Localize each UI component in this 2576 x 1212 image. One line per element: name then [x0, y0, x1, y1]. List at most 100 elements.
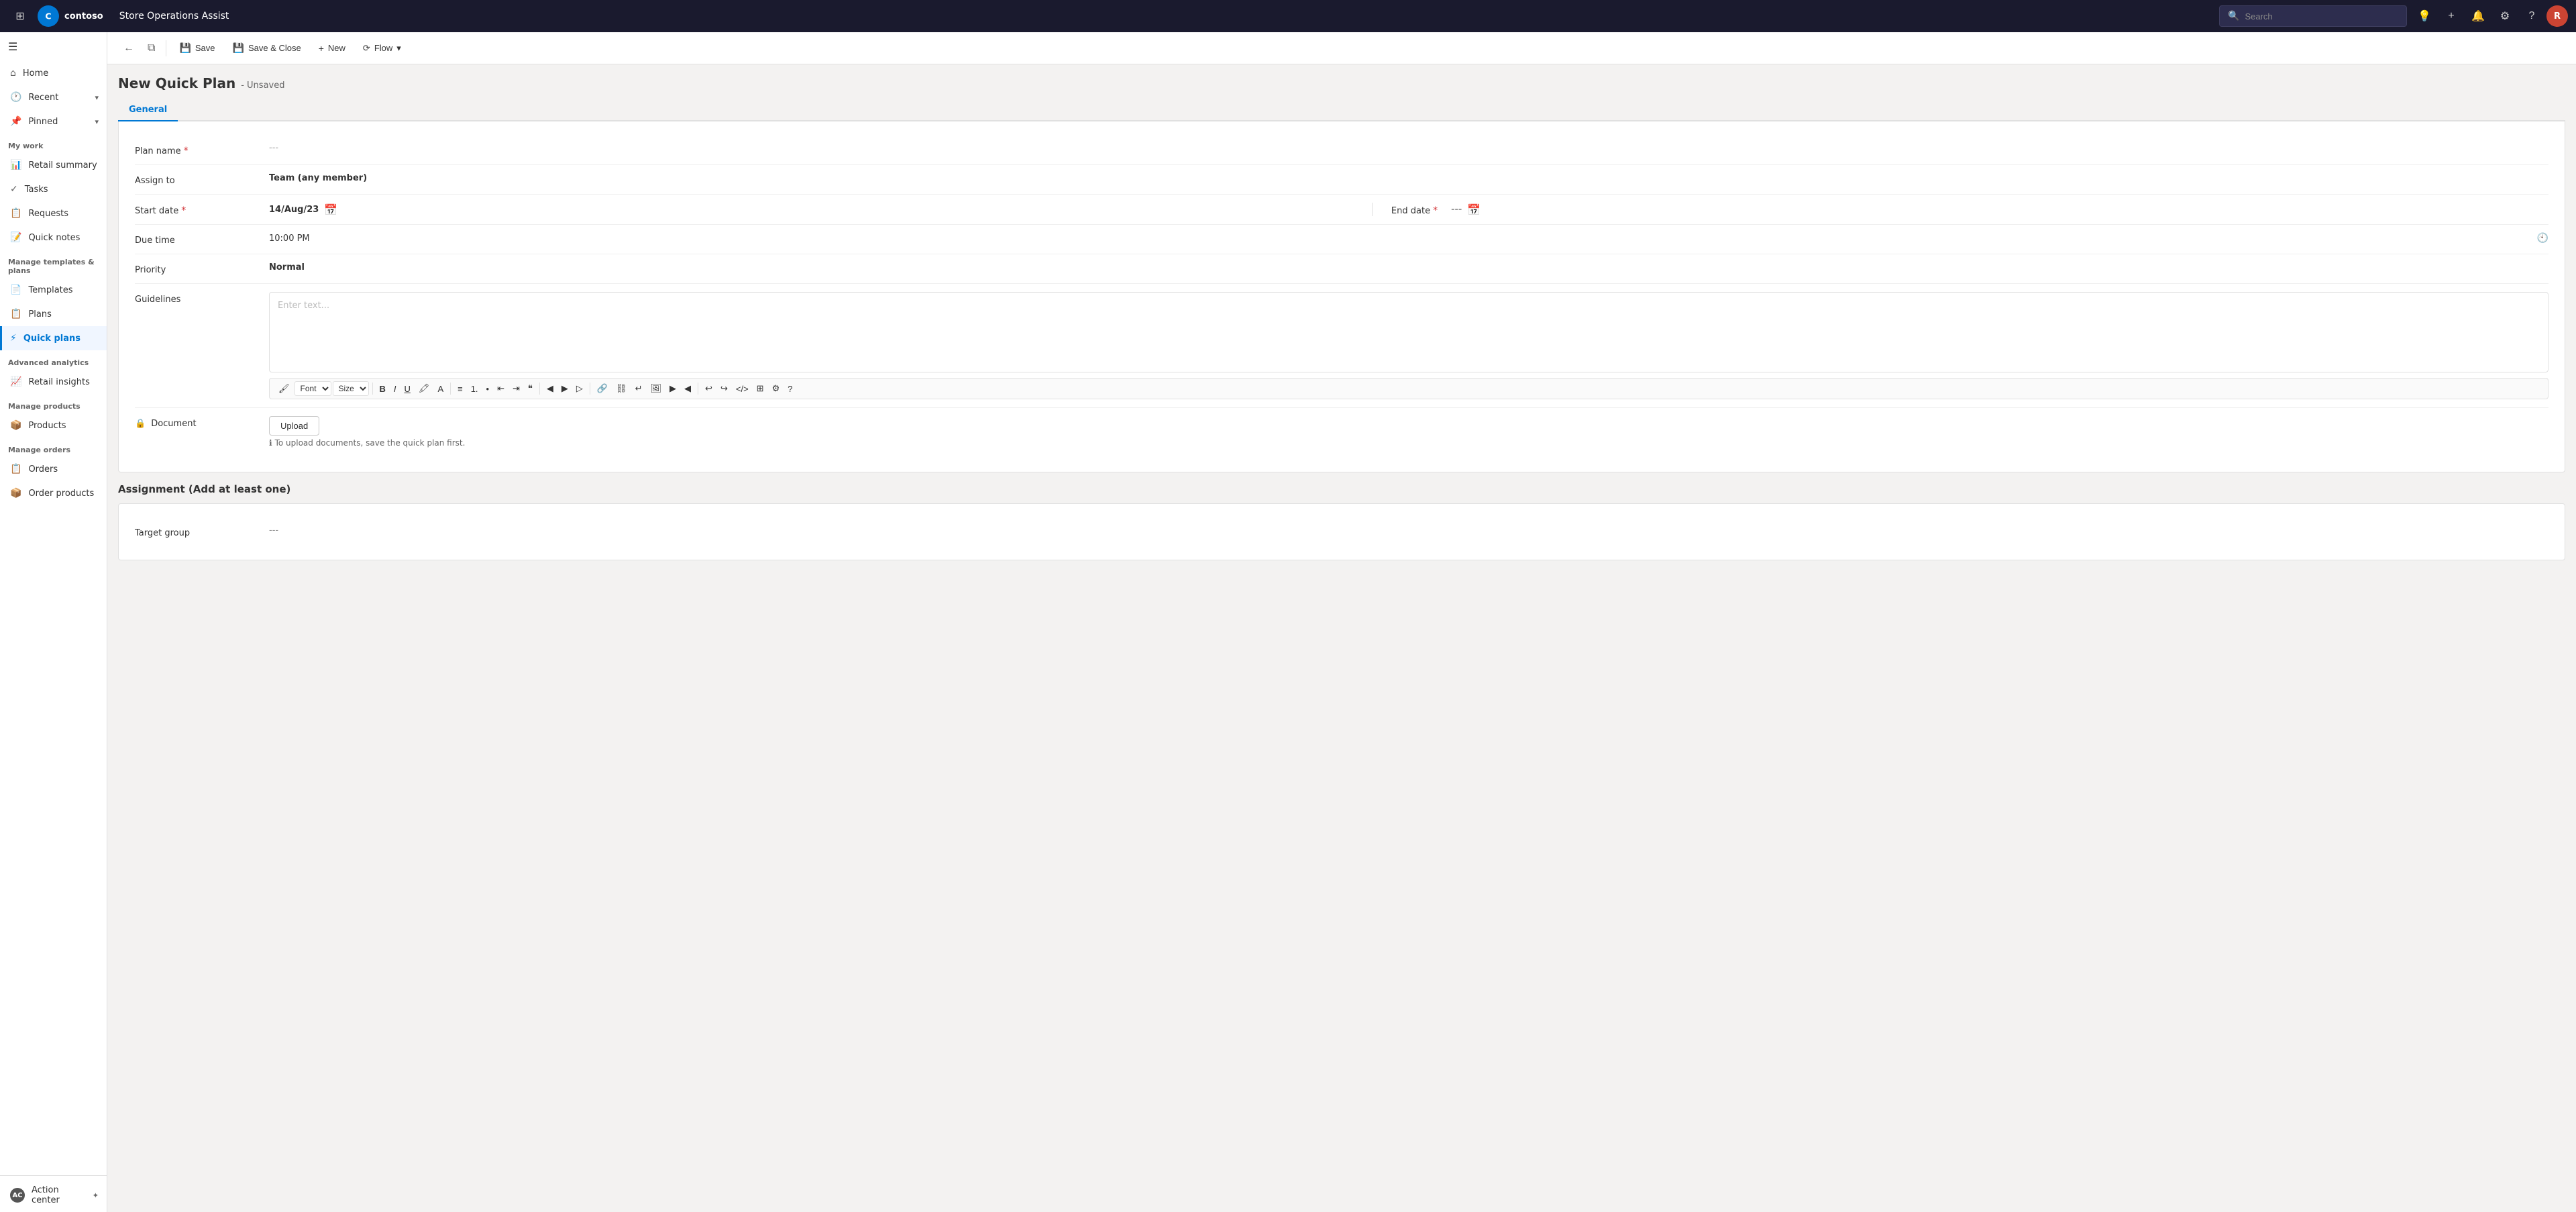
- search-input[interactable]: [2245, 11, 2398, 21]
- due-time-container: 10:00 PM 🕙: [269, 233, 2548, 244]
- due-time-value[interactable]: 10:00 PM: [269, 234, 2532, 244]
- editor-align-left2-btn[interactable]: ◀: [543, 381, 557, 396]
- guidelines-editor[interactable]: Enter text...: [269, 292, 2548, 372]
- editor-media2-btn[interactable]: ◀: [681, 381, 694, 396]
- document-label: 🔒 Document: [135, 416, 269, 429]
- editor-image-btn[interactable]: 🖼: [647, 381, 665, 396]
- app-title: Store Operations Assist: [119, 11, 2214, 21]
- editor-highlight-btn[interactable]: 🖍: [415, 381, 433, 396]
- save-close-icon: 💾: [233, 42, 244, 54]
- sidebar-item-retail-insights[interactable]: 📈 Retail insights: [0, 370, 107, 394]
- form-area: New Quick Plan - Unsaved General Plan na…: [107, 64, 2576, 1212]
- tab-general[interactable]: General: [118, 99, 178, 121]
- sidebar-item-templates[interactable]: 📄 Templates: [0, 278, 107, 302]
- editor-outdent-btn[interactable]: ⇤: [494, 381, 508, 396]
- upload-button[interactable]: Upload: [269, 416, 319, 436]
- sidebar-label-quick-notes: Quick notes: [28, 233, 80, 243]
- editor-indent-btn[interactable]: ⇥: [509, 381, 523, 396]
- sidebar-label-orders: Orders: [28, 464, 58, 474]
- plan-name-value[interactable]: ---: [269, 143, 2548, 153]
- editor-font-select[interactable]: Font: [294, 381, 331, 396]
- sidebar-item-plans[interactable]: 📋 Plans: [0, 302, 107, 326]
- add-button[interactable]: +: [2439, 4, 2463, 28]
- save-label: Save: [195, 43, 215, 53]
- editor-redo-btn[interactable]: ↪: [717, 381, 731, 396]
- templates-section-label: Manage templates & plans: [0, 250, 107, 278]
- target-group-value[interactable]: ---: [269, 525, 2548, 536]
- editor-unlink-btn[interactable]: ⛓: [612, 381, 631, 396]
- sidebar-label-order-products: Order products: [28, 489, 94, 499]
- sidebar-item-tasks[interactable]: ✓ Tasks: [0, 177, 107, 201]
- sidebar-item-quick-notes[interactable]: 📝 Quick notes: [0, 225, 107, 250]
- retail-insights-icon: 📈: [10, 376, 21, 387]
- end-date-calendar-icon[interactable]: 📅: [1467, 203, 1481, 216]
- search-icon: 🔍: [2228, 11, 2239, 21]
- settings-button[interactable]: ⚙: [2493, 4, 2517, 28]
- sidebar-item-orders[interactable]: 📋 Orders: [0, 457, 107, 481]
- plan-name-row: Plan name * ---: [135, 135, 2548, 165]
- sidebar-item-products[interactable]: 📦 Products: [0, 413, 107, 438]
- priority-value[interactable]: Normal: [269, 262, 2548, 272]
- editor-size-select[interactable]: Size: [333, 381, 369, 396]
- sidebar-item-action-center[interactable]: AC Action center ✦: [0, 1178, 107, 1212]
- sidebar-label-action-center: Action center: [32, 1185, 86, 1205]
- end-date-value[interactable]: ---: [1451, 205, 1462, 215]
- editor-code-btn[interactable]: </>: [733, 382, 752, 396]
- open-new-tab-button[interactable]: ⧉: [142, 38, 160, 58]
- apps-grid-button[interactable]: ⊞: [8, 4, 32, 28]
- user-avatar[interactable]: R: [2546, 5, 2568, 27]
- start-date-calendar-icon[interactable]: 📅: [324, 203, 337, 216]
- assign-to-value[interactable]: Team (any member): [269, 173, 2548, 183]
- end-date-required: *: [1433, 205, 1438, 216]
- tab-bar: General: [118, 99, 2565, 121]
- back-button[interactable]: ←: [118, 38, 140, 58]
- sidebar-item-requests[interactable]: 📋 Requests: [0, 201, 107, 225]
- recent-expand-icon: ▾: [95, 93, 99, 102]
- editor-align-center-btn[interactable]: ▶: [558, 381, 572, 396]
- sidebar-item-recent[interactable]: 🕐 Recent ▾: [0, 85, 107, 109]
- editor-link-btn[interactable]: 🔗: [594, 381, 611, 396]
- save-button[interactable]: 💾 Save: [172, 38, 222, 58]
- clock-icon[interactable]: 🕙: [2537, 233, 2548, 244]
- editor-paint-btn[interactable]: 🖌: [275, 381, 293, 396]
- sidebar-item-quick-plans[interactable]: ⚡ Quick plans: [0, 326, 107, 350]
- sidebar-item-order-products[interactable]: 📦 Order products: [0, 481, 107, 505]
- start-date-value[interactable]: 14/Aug/23: [269, 205, 319, 215]
- editor-toolbar: 🖌 Font Size B I U 🖍 A: [269, 378, 2548, 399]
- new-button[interactable]: + New: [311, 38, 353, 58]
- editor-settings-btn[interactable]: ⚙: [769, 381, 784, 396]
- recent-icon: 🕐: [10, 92, 21, 103]
- editor-align-left-btn[interactable]: ≡: [454, 382, 466, 396]
- editor-italic-btn[interactable]: I: [390, 382, 400, 396]
- help-button[interactable]: ?: [2520, 4, 2544, 28]
- sidebar-divider: [0, 1175, 107, 1176]
- notifications-button[interactable]: 🔔: [2466, 4, 2490, 28]
- sidebar-hamburger[interactable]: ☰: [0, 32, 107, 61]
- sidebar-item-retail-summary[interactable]: 📊 Retail summary: [0, 153, 107, 177]
- home-icon: ⌂: [10, 68, 16, 79]
- editor-undo-btn[interactable]: ↩: [702, 381, 716, 396]
- editor-table-btn[interactable]: ⊞: [753, 381, 767, 396]
- flow-button[interactable]: ⟳ Flow ▾: [356, 38, 409, 58]
- editor-align-right-btn[interactable]: ▷: [573, 381, 586, 396]
- editor-underline-btn[interactable]: U: [401, 382, 414, 396]
- editor-ul-btn[interactable]: •: [483, 382, 493, 396]
- target-group-row: Target group ---: [135, 517, 2548, 546]
- editor-ol-btn[interactable]: 1.: [468, 382, 482, 396]
- save-close-button[interactable]: 💾 Save & Close: [225, 38, 309, 58]
- flow-icon: ⟳: [363, 43, 370, 54]
- editor-quote-btn[interactable]: ❝: [525, 381, 536, 396]
- editor-insert-btn[interactable]: ↵: [632, 381, 646, 396]
- quick-notes-icon: 📝: [10, 232, 21, 243]
- due-time-row: Due time 10:00 PM 🕙: [135, 225, 2548, 254]
- lightbulb-button[interactable]: 💡: [2412, 4, 2436, 28]
- editor-bold-btn[interactable]: B: [376, 382, 389, 396]
- sidebar-item-pinned[interactable]: 📌 Pinned ▾: [0, 109, 107, 134]
- sidebar-item-home[interactable]: ⌂ Home: [0, 61, 107, 85]
- editor-help-btn[interactable]: ?: [784, 382, 796, 396]
- editor-media-btn[interactable]: ▶: [666, 381, 680, 396]
- search-bar[interactable]: 🔍: [2219, 5, 2407, 27]
- assignment-card: Target group ---: [118, 503, 2565, 560]
- editor-font-color-btn[interactable]: A: [434, 382, 447, 396]
- top-navigation: ⊞ C contoso Store Operations Assist 🔍 💡 …: [0, 0, 2576, 32]
